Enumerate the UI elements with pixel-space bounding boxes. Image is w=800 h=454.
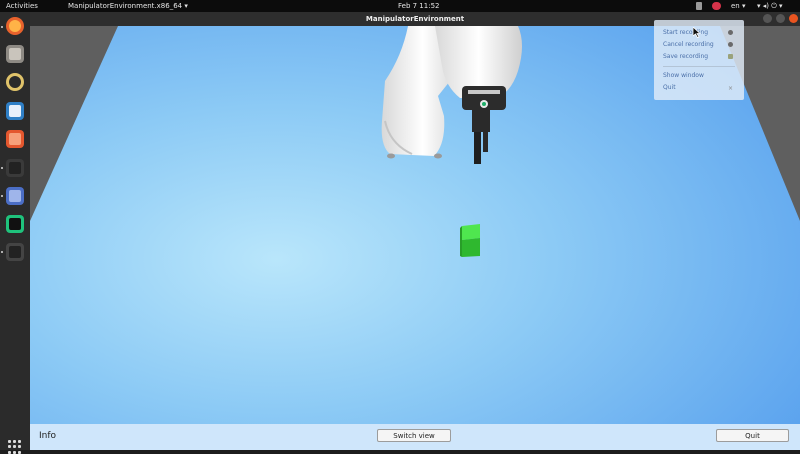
unity-icon[interactable] <box>6 243 24 261</box>
pycharm-icon[interactable] <box>6 215 24 233</box>
terminal-icon[interactable] <box>6 159 24 177</box>
rhythmbox-icon[interactable] <box>6 73 24 91</box>
show-applications-icon[interactable] <box>8 440 22 454</box>
switch-view-button[interactable]: Switch view <box>377 429 451 442</box>
quit-button[interactable]: Quit <box>716 429 789 442</box>
activities-button[interactable]: Activities <box>6 1 38 11</box>
maximize-button[interactable] <box>776 14 785 23</box>
running-indicator <box>1 26 3 28</box>
clock[interactable]: Feb 7 11:52 <box>398 1 439 11</box>
start-recording-item[interactable]: Start recording <box>663 29 708 37</box>
info-label: Info <box>39 431 57 441</box>
app-menu[interactable]: ManipulatorEnvironment.x86_64 ▾ <box>68 1 188 11</box>
tray-icon[interactable] <box>696 2 702 10</box>
language-selector[interactable]: en ▾ <box>731 1 745 11</box>
running-indicator <box>1 167 3 169</box>
mouse-pointer-icon <box>693 27 701 38</box>
target-cube <box>460 224 480 257</box>
firefox-icon[interactable] <box>6 17 24 35</box>
cancel-recording-item[interactable]: Cancel recording <box>663 41 714 49</box>
cancel-icon <box>728 42 733 47</box>
save-recording-item[interactable]: Save recording <box>663 53 708 61</box>
files-icon[interactable] <box>6 45 24 63</box>
quit-item[interactable]: Quit <box>663 84 676 92</box>
close-icon: × <box>728 85 734 92</box>
running-indicator <box>1 251 3 253</box>
record-dot-icon <box>728 30 733 35</box>
recording-indicator-icon[interactable] <box>712 2 721 10</box>
top-bar: Activities ManipulatorEnvironment.x86_64… <box>0 0 800 12</box>
save-icon <box>728 54 733 59</box>
menu-separator <box>663 66 735 67</box>
close-button[interactable] <box>789 14 798 23</box>
show-window-item[interactable]: Show window <box>663 72 704 80</box>
dock <box>0 12 30 454</box>
software-icon[interactable] <box>6 130 24 148</box>
running-indicator <box>1 195 3 197</box>
writer-icon[interactable] <box>6 102 24 120</box>
minimize-button[interactable] <box>763 14 772 23</box>
system-menu[interactable]: ▾ ◂) ⏻ ▾ <box>757 1 782 11</box>
bottom-toolbar: Info Switch view Quit <box>30 424 800 450</box>
screenshot-icon[interactable] <box>6 187 24 205</box>
